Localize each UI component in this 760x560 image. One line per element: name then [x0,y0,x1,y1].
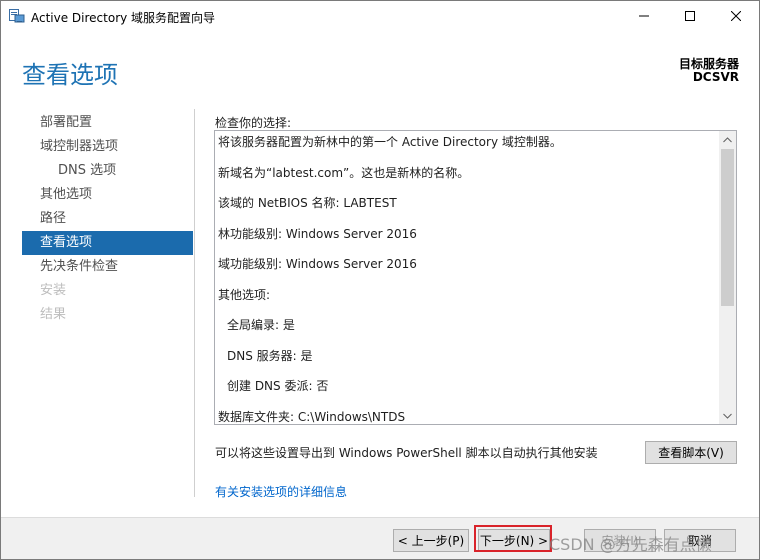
nav-item-installation: 安装 [40,283,67,298]
review-line: 该域的 NetBIOS 名称: LABTEST [218,196,397,210]
scroll-down-button[interactable] [719,407,736,424]
review-line: DNS 服务器: 是 [227,349,313,363]
vertical-scrollbar[interactable] [719,131,736,424]
nav-item-results: 结果 [40,307,67,322]
title-bar[interactable]: Active Directory 域服务配置向导 [1,1,759,31]
review-line: 全局编录: 是 [227,318,295,332]
nav-item-dc-options[interactable]: 域控制器选项 [22,135,193,159]
scroll-up-button[interactable] [719,131,736,148]
previous-button[interactable]: < 上一步(P) [393,529,469,552]
review-selections-label: 检查你的选择: [215,116,292,130]
close-button[interactable] [713,1,759,31]
export-script-hint: 可以将这些设置导出到 Windows PowerShell 脚本以自动执行其他安… [215,446,598,460]
review-line: 新域名为“labtest.com”。这也是新林的名称。 [218,166,470,180]
nav-item-dns-options[interactable]: DNS 选项 [22,159,193,183]
nav-item-prerequisites-check[interactable]: 先决条件检查 [22,255,193,279]
nav-item-deployment-config[interactable]: 部署配置 [22,111,193,135]
review-line: 数据库文件夹: C:\Windows\NTDS [218,410,406,424]
review-line: 其他选项: [218,288,271,302]
page-title: 查看选项 [22,61,118,89]
ad-wizard-app-icon [9,9,25,23]
wizard-nav: 部署配置 域控制器选项 DNS 选项 其他选项 路径 查看选项 先决条件检查 安… [22,111,193,327]
wizard-window: Active Directory 域服务配置向导 查看选项 目标服务器 DCSV… [0,0,760,560]
review-line: 林功能级别: Windows Server 2016 [218,227,417,241]
nav-item-additional-options[interactable]: 其他选项 [22,183,193,207]
chevron-down-icon [723,413,732,419]
window-title: Active Directory 域服务配置向导 [31,11,216,25]
target-server-name: DCSVR [692,70,739,84]
close-icon [731,11,741,21]
review-line: 域功能级别: Windows Server 2016 [218,257,417,271]
chevron-up-icon [723,136,732,142]
nav-divider [194,109,195,497]
scrollbar-thumb[interactable] [721,149,734,306]
nav-item-review-options[interactable]: 查看选项 [22,231,193,255]
next-button-highlight [474,525,552,552]
csdn-watermark: CSDN @方先森有点懒 [549,535,712,554]
maximize-icon [685,11,695,21]
minimize-button[interactable] [621,1,667,31]
more-info-link[interactable]: 有关安装选项的详细信息 [215,483,347,500]
review-line: 将该服务器配置为新林中的第一个 Active Directory 域控制器。 [218,135,562,149]
view-script-button[interactable]: 查看脚本(V) [645,441,737,464]
maximize-button[interactable] [667,1,713,31]
review-selections-textbox[interactable]: 将该服务器配置为新林中的第一个 Active Directory 域控制器。 新… [214,130,737,425]
nav-item-paths[interactable]: 路径 [22,207,193,231]
review-line: 创建 DNS 委派: 否 [227,379,329,393]
minimize-icon [639,15,649,17]
